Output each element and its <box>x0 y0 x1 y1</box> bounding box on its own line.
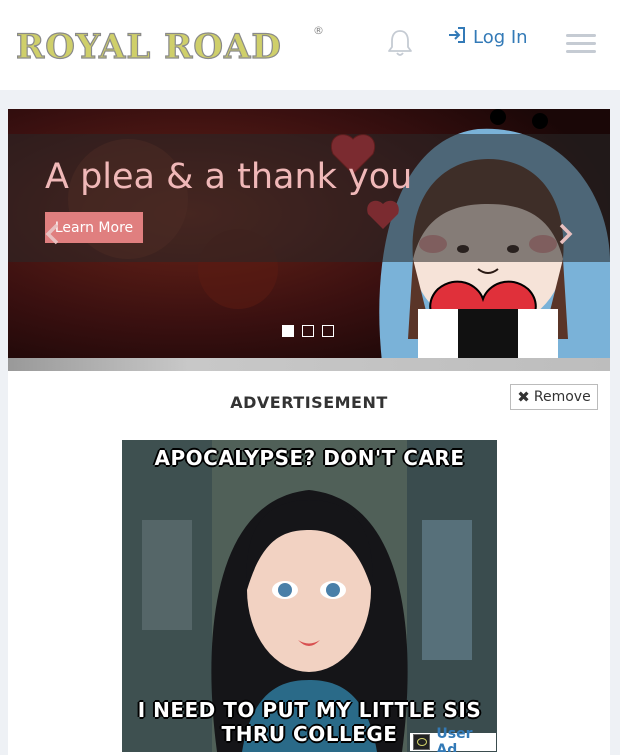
login-link[interactable]: Log In <box>447 24 528 50</box>
svg-text:®: ® <box>313 24 324 37</box>
featured-carousel[interactable]: A plea & a thank you Learn More <box>8 109 610 371</box>
carousel-indicator-3[interactable] <box>322 325 334 337</box>
login-label: Log In <box>473 26 528 48</box>
ad-top-caption: APOCALYPSE? DON'T CARE <box>154 446 465 470</box>
user-ad-badge[interactable]: User Ad <box>410 726 496 752</box>
remove-ad-label: Remove <box>533 389 591 405</box>
user-ad-label: User Ad <box>436 726 473 752</box>
sign-in-icon <box>447 26 473 49</box>
advertisement-panel: ADVERTISEMENT ✖ Remove APOCALYPSE? DON'T… <box>8 371 610 755</box>
royal-road-mini-logo-icon <box>413 734 431 750</box>
ad-banner-image[interactable]: APOCALYPSE? DON'T CARE I NEED TO PUT MY … <box>122 440 497 752</box>
close-icon: ✖ <box>517 388 530 406</box>
royal-road-logo[interactable]: ROYAL ROAD ® <box>14 20 326 68</box>
carousel-footer-strip <box>8 358 610 371</box>
hamburger-icon[interactable] <box>566 34 596 54</box>
carousel-indicator-2[interactable] <box>302 325 314 337</box>
chevron-left-icon[interactable] <box>42 219 62 249</box>
carousel-title: A plea & a thank you <box>45 157 413 197</box>
bell-icon[interactable] <box>386 28 414 58</box>
svg-text:ROYAL ROAD: ROYAL ROAD <box>16 27 282 67</box>
remove-ad-button[interactable]: ✖ Remove <box>510 384 598 410</box>
carousel-indicators <box>282 325 342 337</box>
site-header: ROYAL ROAD ® Log In <box>0 0 620 90</box>
chevron-right-icon[interactable] <box>556 219 576 249</box>
carousel-indicator-1[interactable] <box>282 325 294 337</box>
